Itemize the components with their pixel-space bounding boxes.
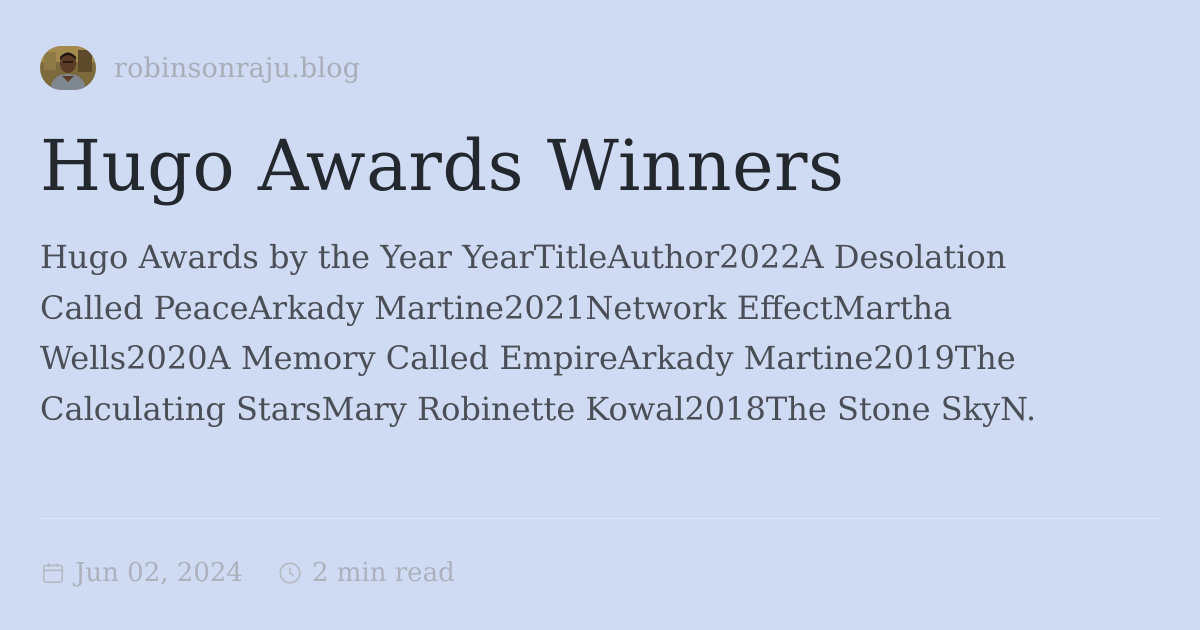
author-avatar <box>40 46 96 90</box>
site-name[interactable]: robinsonraju.blog <box>114 53 360 84</box>
post-title: Hugo Awards Winners <box>40 125 845 207</box>
post-excerpt: Hugo Awards by the Year YearTitleAuthor2… <box>40 238 1037 428</box>
read-time-text: 2 min read <box>311 558 455 588</box>
divider <box>40 518 1160 519</box>
post-date-text: Jun 02, 2024 <box>75 558 243 588</box>
social-share-card: robinsonraju.blog Hugo Awards Winners Hu… <box>0 0 1200 630</box>
post-date: Jun 02, 2024 <box>40 558 243 588</box>
clock-icon <box>279 562 301 584</box>
site-header: robinsonraju.blog <box>40 46 360 90</box>
post-meta: Jun 02, 2024 2 min read <box>40 553 455 593</box>
calendar-icon <box>42 563 64 584</box>
read-time: 2 min read <box>277 558 455 588</box>
